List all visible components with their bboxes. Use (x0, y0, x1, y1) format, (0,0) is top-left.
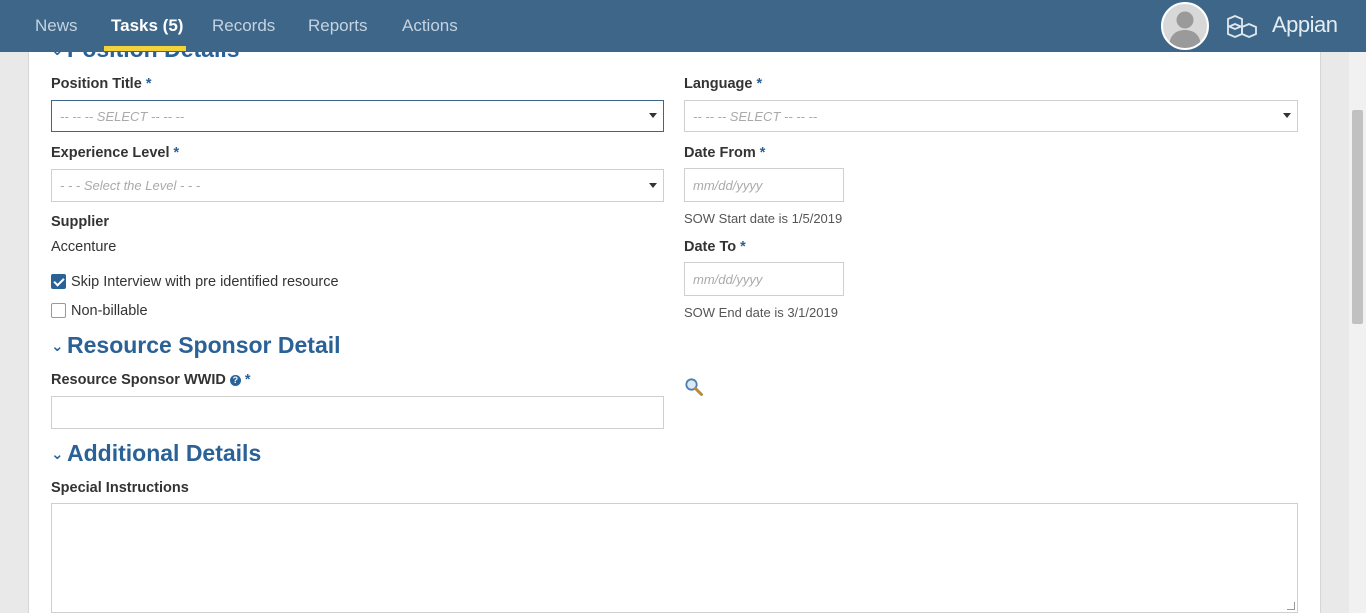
section-resource-sponsor[interactable]: ⌄ Resource Sponsor Detail (51, 332, 341, 359)
non-billable-checkbox[interactable] (51, 303, 66, 318)
date-from-label: Date From * (684, 145, 766, 161)
user-avatar[interactable] (1161, 2, 1209, 50)
experience-level-label: Experience Level * (51, 145, 180, 161)
language-placeholder: -- -- -- SELECT -- -- -- (693, 108, 818, 124)
top-nav-bar: News Tasks (5) Records Reports Actions A… (0, 0, 1366, 52)
date-from-placeholder: mm/dd/yyyy (693, 177, 763, 193)
chevron-down-icon: ⌄ (51, 446, 64, 463)
caret-down-icon (649, 113, 657, 118)
section-additional-details[interactable]: ⌄ Additional Details (51, 440, 261, 467)
skip-interview-checkbox[interactable] (51, 274, 66, 289)
language-label: Language * (684, 76, 763, 92)
appian-cubes-icon (1227, 15, 1257, 38)
tab-news[interactable]: News (35, 0, 78, 52)
date-to-placeholder: mm/dd/yyyy (693, 271, 763, 287)
date-to-input[interactable]: mm/dd/yyyy (684, 262, 844, 296)
non-billable-label[interactable]: Non-billable (71, 303, 148, 319)
sponsor-wwid-label: Resource Sponsor WWID ? * (51, 372, 251, 388)
tab-reports[interactable]: Reports (308, 0, 368, 52)
special-instructions-label: Special Instructions (51, 480, 189, 496)
date-from-helper: SOW Start date is 1/5/2019 (684, 211, 843, 226)
tab-tasks[interactable]: Tasks (5) (111, 0, 183, 52)
language-select[interactable]: -- -- -- SELECT -- -- -- (684, 100, 1298, 132)
user-silhouette-icon (1169, 11, 1201, 48)
skip-interview-label[interactable]: Skip Interview with pre identified resou… (71, 274, 339, 290)
help-icon[interactable]: ? (229, 375, 241, 386)
section-title: Resource Sponsor Detail (67, 332, 341, 358)
resize-handle[interactable] (1287, 602, 1295, 610)
magnifier-icon[interactable] (684, 377, 704, 397)
caret-down-icon (1283, 113, 1291, 118)
tab-records[interactable]: Records (212, 0, 275, 52)
experience-level-placeholder: - - - Select the Level - - - (60, 178, 201, 193)
date-to-helper: SOW End date is 3/1/2019 (684, 305, 838, 320)
brand-logo-text: Appian (1272, 12, 1338, 37)
caret-down-icon (649, 182, 657, 188)
position-title-select[interactable]: -- -- -- SELECT -- -- -- (51, 100, 664, 132)
chevron-down-icon: ⌄ (51, 338, 64, 355)
date-from-input[interactable]: mm/dd/yyyy (684, 168, 844, 202)
tab-actions[interactable]: Actions (402, 0, 458, 52)
supplier-value: Accenture (51, 239, 117, 255)
date-to-label: Date To * (684, 239, 746, 255)
scrollbar-thumb[interactable] (1352, 110, 1363, 324)
special-instructions-textarea[interactable] (51, 503, 1298, 613)
section-title: Additional Details (67, 440, 262, 466)
position-title-placeholder: -- -- -- SELECT -- -- -- (60, 108, 185, 124)
sponsor-wwid-input[interactable] (51, 396, 664, 429)
experience-level-select[interactable]: - - - Select the Level - - - (51, 169, 664, 202)
supplier-label: Supplier (51, 214, 110, 230)
position-title-label: Position Title * (51, 76, 152, 92)
active-tab-indicator (104, 46, 186, 51)
